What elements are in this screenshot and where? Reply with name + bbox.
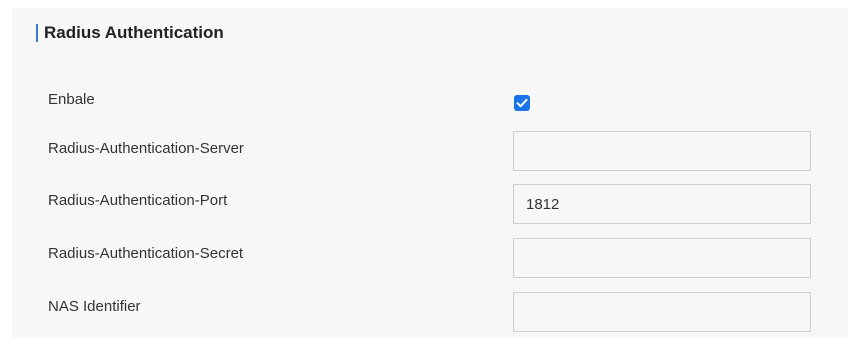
section-title: Radius Authentication — [44, 23, 224, 42]
secret-label: Radius-Authentication-Secret — [48, 245, 244, 262]
port-label: Radius-Authentication-Port — [48, 192, 228, 209]
server-input[interactable] — [513, 131, 811, 171]
radius-authentication-panel: Radius Authentication Enbale Radius-Auth… — [0, 0, 855, 345]
section-accent-bar — [36, 24, 38, 42]
enable-checkbox[interactable] — [514, 95, 530, 111]
secret-input[interactable] — [513, 238, 811, 278]
enable-label: Enbale — [48, 91, 95, 108]
nas-identifier-label: NAS Identifier — [48, 298, 141, 315]
nas-identifier-input[interactable] — [513, 292, 811, 332]
server-label: Radius-Authentication-Server — [48, 140, 244, 157]
port-input[interactable] — [513, 184, 811, 224]
checkmark-icon — [516, 98, 528, 108]
